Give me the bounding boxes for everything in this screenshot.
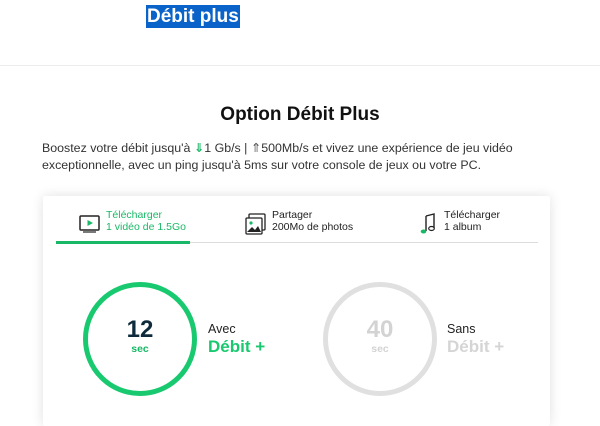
tab-video-line1: Télécharger — [106, 209, 163, 221]
with-label: Avec — [208, 322, 236, 336]
top-bar: Débit plus — [0, 0, 600, 66]
video-icon — [78, 212, 102, 236]
tab-album-line1: Télécharger — [444, 209, 501, 221]
with-debit-circle: 12 sec — [83, 282, 197, 396]
with-debit-value: 12 — [126, 316, 154, 343]
tab-bar: Télécharger 1 vidéo de 1.5Go Partager 200M… — [56, 208, 538, 244]
with-debit-name: Débit + — [208, 337, 266, 356]
music-note-icon — [416, 212, 440, 236]
section-title: Option Débit Plus — [220, 104, 380, 125]
tab-video-line2: 1 vidéo de 1.5Go — [106, 221, 186, 233]
intro-part1: Boostez votre débit jusqu'à — [42, 141, 194, 155]
without-label: Sans — [447, 322, 476, 336]
tab-photos-line2: 200Mo de photos — [272, 221, 354, 233]
tab-video-label: Télécharger 1 vidéo de 1.5Go — [106, 209, 186, 233]
without-debit-caption: Sans Débit + — [447, 321, 504, 357]
with-debit-caption: Avec Débit + — [208, 321, 265, 357]
intro-text: Boostez votre débit jusqu'à ⇓1 Gb/s | ⇑5… — [42, 140, 572, 174]
without-debit-name: Débit + — [447, 337, 505, 356]
without-debit-unit: sec — [371, 343, 389, 355]
tab-photos-line1: Partager — [272, 209, 313, 221]
without-debit-circle: 40 sec — [323, 282, 437, 396]
tab-album-line2: 1 album — [444, 221, 482, 233]
without-debit-value: 40 — [366, 316, 394, 343]
speed-comparison-card: Télécharger 1 vidéo de 1.5Go Partager 200M… — [43, 196, 550, 426]
download-arrow-icon: ⇓ — [193, 141, 205, 155]
without-debit-timer: 40 sec — [323, 282, 437, 396]
with-debit-unit: sec — [131, 343, 149, 355]
tab-album-label: Télécharger 1 album — [444, 209, 500, 233]
upload-arrow-icon: ⇑ — [250, 141, 262, 155]
download-speed: 1 Gb/s | — [204, 141, 251, 155]
page-title: Débit plus — [146, 5, 240, 28]
with-debit-timer: 12 sec — [83, 282, 197, 396]
tab-photos-label: Partager 200Mo de photos — [272, 209, 353, 233]
photos-icon — [244, 212, 268, 236]
active-tab-indicator — [56, 241, 190, 244]
